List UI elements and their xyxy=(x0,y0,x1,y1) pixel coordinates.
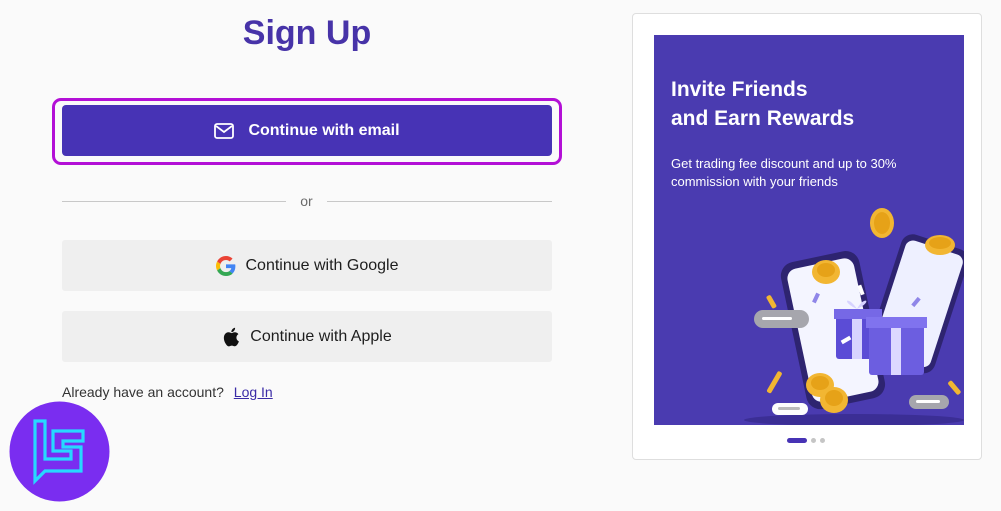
apple-button-label: Continue with Apple xyxy=(250,327,392,345)
google-button-label: Continue with Google xyxy=(245,256,399,274)
continue-with-apple-button[interactable]: Continue with Apple xyxy=(62,311,552,362)
apple-icon xyxy=(222,327,240,347)
divider-label: or xyxy=(300,193,313,209)
divider-line-right xyxy=(327,201,552,202)
carousel-dot[interactable] xyxy=(820,438,825,443)
page-title: Sign Up xyxy=(242,14,372,52)
divider-line-left xyxy=(62,201,286,202)
carousel-dots xyxy=(787,438,825,443)
login-prompt-text: Already have an account? xyxy=(62,384,224,400)
promo-title: Invite Friends and Earn Rewards xyxy=(671,75,951,133)
email-button-label: Continue with email xyxy=(248,121,400,139)
promo-title-line1: Invite Friends xyxy=(671,78,808,101)
login-prompt: Already have an account? Log In xyxy=(62,384,273,400)
mail-icon xyxy=(214,122,235,139)
continue-with-google-button[interactable]: Continue with Google xyxy=(62,240,552,291)
google-icon xyxy=(215,255,236,276)
continue-with-email-button[interactable]: Continue with email xyxy=(62,105,552,156)
carousel-dot-active[interactable] xyxy=(787,438,807,443)
promo-card: Invite Friends and Earn Rewards Get trad… xyxy=(632,13,982,460)
referral-illustration-icon xyxy=(744,208,964,425)
login-link[interactable]: Log In xyxy=(234,384,273,400)
promo-title-line2: and Earn Rewards xyxy=(671,107,855,130)
brand-logo xyxy=(9,401,110,502)
or-divider: or xyxy=(62,193,552,209)
promo-banner[interactable]: Invite Friends and Earn Rewards Get trad… xyxy=(654,35,964,425)
carousel-dot[interactable] xyxy=(811,438,816,443)
